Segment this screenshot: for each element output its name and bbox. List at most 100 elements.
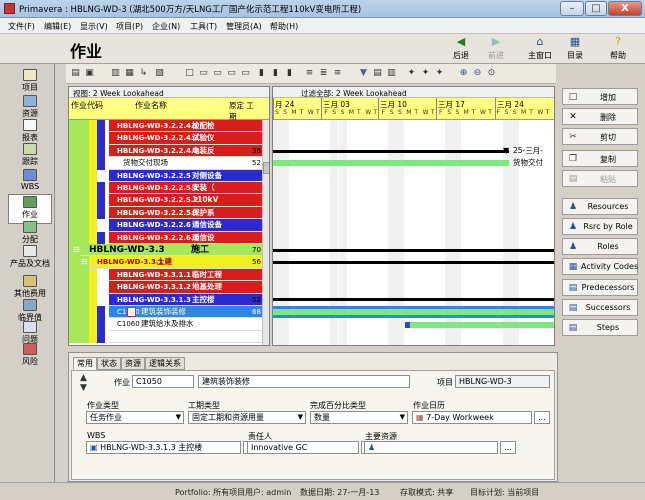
gantt-bar[interactable] xyxy=(273,309,554,316)
table-row[interactable]: ⊟ HBLNG-WD-3.2.2.5 对侧设备 xyxy=(69,169,262,182)
gantt-bar[interactable] xyxy=(405,321,554,328)
minimize-button[interactable]: – xyxy=(560,1,584,16)
usage-icon[interactable]: ▮ xyxy=(284,68,295,79)
table-row[interactable]: HBLNG-WD-3.2.2.5.2 110kV xyxy=(69,194,262,207)
nav-work-products[interactable]: 产品及文档 xyxy=(8,244,52,274)
show-details-icon[interactable]: ▭ xyxy=(226,68,237,79)
print-icon[interactable]: ▤ xyxy=(70,68,81,79)
calendar-browse-button[interactable]: ... xyxy=(534,411,550,424)
record-nav-arrows[interactable]: ▲ ▼ xyxy=(80,373,87,393)
columns-icon[interactable]: ▥ xyxy=(110,68,121,79)
steps-button[interactable]: ▤ Steps xyxy=(562,319,638,336)
gantt-row[interactable] xyxy=(273,170,554,182)
percent-complete-type-select[interactable]: 数量 ▼ xyxy=(310,411,408,424)
help-button[interactable]: ? 帮助 xyxy=(600,36,636,62)
grid-vertical-scrollbar[interactable] xyxy=(262,120,269,345)
nav-risks[interactable]: 风险 xyxy=(8,342,52,372)
table-row[interactable]: HBLNG-WD-3.2.2.5.3 保护系 xyxy=(69,206,262,220)
home-button[interactable]: ⌂ 主窗口 xyxy=(522,36,558,62)
menu-view[interactable]: 显示(V) xyxy=(80,21,108,32)
collapse-toggle-icon[interactable]: ⊟ xyxy=(81,257,88,267)
menu-tools[interactable]: 工具(T) xyxy=(190,21,217,32)
wbs-field[interactable]: ▣ HBLNG-WD-3.3.1.3 主控楼 xyxy=(86,441,241,454)
show-profile-icon[interactable]: ▭ xyxy=(212,68,223,79)
show-network-icon[interactable]: ▭ xyxy=(240,68,251,79)
menu-file[interactable]: 文件(F) xyxy=(8,21,35,32)
gantt-row[interactable] xyxy=(273,232,554,244)
resources-assign-icon[interactable]: ✦ xyxy=(420,68,431,79)
table-row[interactable] xyxy=(69,330,262,344)
zoom-in-icon[interactable]: ⊕ xyxy=(458,68,469,79)
predecessors-button[interactable]: ▤ Predecessors xyxy=(562,279,638,296)
activity-name-field[interactable]: 建筑装饰装修 xyxy=(198,375,410,388)
duration-type-select[interactable]: 固定工期和资源用量 ▼ xyxy=(188,411,306,424)
link-icon[interactable]: ↳ xyxy=(138,68,149,79)
gantt-row[interactable] xyxy=(273,194,554,206)
gantt-row[interactable] xyxy=(273,132,554,144)
collapse-toggle-icon[interactable]: ⊟ xyxy=(73,245,80,255)
activity-type-select[interactable]: 任务作业 ▼ xyxy=(86,411,184,424)
table-row[interactable]: HBLNG-WD-3.2.2.4.3 电装反 36 xyxy=(69,144,262,158)
zoom-fit-icon[interactable]: ⊙ xyxy=(486,68,497,79)
table-row[interactable]: ⊟ HBLNG-WD-3.3 施工 70 xyxy=(69,244,262,257)
close-button[interactable]: X xyxy=(608,1,642,16)
collapse-toggle-icon[interactable]: ⊟ xyxy=(101,171,108,181)
table-row[interactable]: HBLNG-WD-3.2.2.4.2 试验仪 xyxy=(69,132,262,145)
gantt-row[interactable] xyxy=(273,269,554,281)
filter-icon[interactable]: ▼ xyxy=(358,68,369,79)
gantt-row[interactable] xyxy=(273,331,554,343)
add-button[interactable]: □ 增加 xyxy=(562,88,638,105)
zoom-out-icon[interactable]: ⊖ xyxy=(472,68,483,79)
table-row[interactable]: 货物交付现场 52 xyxy=(69,157,262,170)
menu-project[interactable]: 项目(P) xyxy=(116,21,143,32)
codes-assign-icon[interactable]: ✦ xyxy=(434,68,445,79)
responsible-manager-field[interactable]: Innovative GC xyxy=(247,441,359,454)
gantt-row[interactable] xyxy=(273,219,554,231)
gantt-bar[interactable] xyxy=(273,261,554,265)
tab-status[interactable]: 状态 xyxy=(97,357,121,370)
resource-role-button[interactable]: ♟ Rsrc by Role xyxy=(562,218,638,235)
group-sort-icon[interactable]: ≡ xyxy=(304,68,315,79)
collapse-toggle-icon[interactable]: ⊟ xyxy=(101,295,108,305)
paste-button[interactable]: ▤ 粘贴 xyxy=(562,170,638,187)
collapse-toggle-icon[interactable]: ⊟ xyxy=(101,220,108,230)
copy-button[interactable]: ❐ 复制 xyxy=(562,150,638,167)
assign-icon[interactable]: ✦ xyxy=(406,68,417,79)
expand-icon[interactable]: ≣ xyxy=(318,68,329,79)
gantt-row[interactable] xyxy=(273,207,554,219)
roles-button[interactable]: ♟ Roles xyxy=(562,238,638,255)
schedule-icon[interactable]: ▤ xyxy=(372,68,383,79)
primary-resource-browse-button[interactable]: ... xyxy=(500,441,516,454)
cut-button[interactable]: ✂ 剪切 xyxy=(562,128,638,145)
activity-id-field[interactable]: C1050 xyxy=(132,375,194,388)
table-row[interactable]: HBLNG-WD-3.2.2.5.1 安装（ xyxy=(69,182,262,195)
table-row[interactable]: HBLNG-WD-3.3.1.2 地基处理 xyxy=(69,281,262,294)
gantt-bar[interactable] xyxy=(273,248,554,252)
gantt-row[interactable] xyxy=(273,182,554,194)
menu-admin[interactable]: 管理员(A) xyxy=(226,21,262,32)
gantt-row[interactable] xyxy=(273,120,554,132)
show-gantt-icon[interactable]: ▭ xyxy=(198,68,209,79)
show-table-icon[interactable]: □ xyxy=(184,68,195,79)
bars-icon[interactable]: ▦ xyxy=(124,68,135,79)
gantt-bar[interactable] xyxy=(405,321,410,328)
back-button[interactable]: ◀ 后退 xyxy=(443,36,479,62)
primary-resource-field[interactable]: ♟ xyxy=(364,441,498,454)
successors-button[interactable]: ▤ Successors xyxy=(562,299,638,316)
menu-help[interactable]: 帮助(H) xyxy=(270,21,298,32)
activity-codes-button[interactable]: ▦ Activity Codes xyxy=(562,258,638,275)
gantt-bar[interactable] xyxy=(273,298,554,302)
col-activity-id[interactable]: 作业代码 xyxy=(71,100,103,111)
gantt-bar[interactable] xyxy=(273,149,509,153)
resources-button[interactable]: ♟ Resources xyxy=(562,198,638,215)
bar-chart-icon[interactable]: ▮ xyxy=(256,68,267,79)
table-row[interactable]: C1060 建筑给水及排水 xyxy=(69,318,262,331)
table-row[interactable]: HBLNG-WD-3.2.2.4.1 检配检 xyxy=(69,120,262,133)
table-row[interactable]: ⊟ HBLNG-WD-3.3.1.3 主控楼 52 xyxy=(69,293,262,306)
col-activity-name[interactable]: 作业名称 xyxy=(135,100,167,111)
gantt-row[interactable] xyxy=(273,281,554,293)
tab-relationships[interactable]: 逻辑关系 xyxy=(145,357,185,370)
collapse-icon[interactable]: ≡ xyxy=(332,68,343,79)
print-preview-icon[interactable]: ▣ xyxy=(84,68,95,79)
table-row[interactable]: HBLNG-WD-3.2.2.6.1 通信设 xyxy=(69,231,262,244)
